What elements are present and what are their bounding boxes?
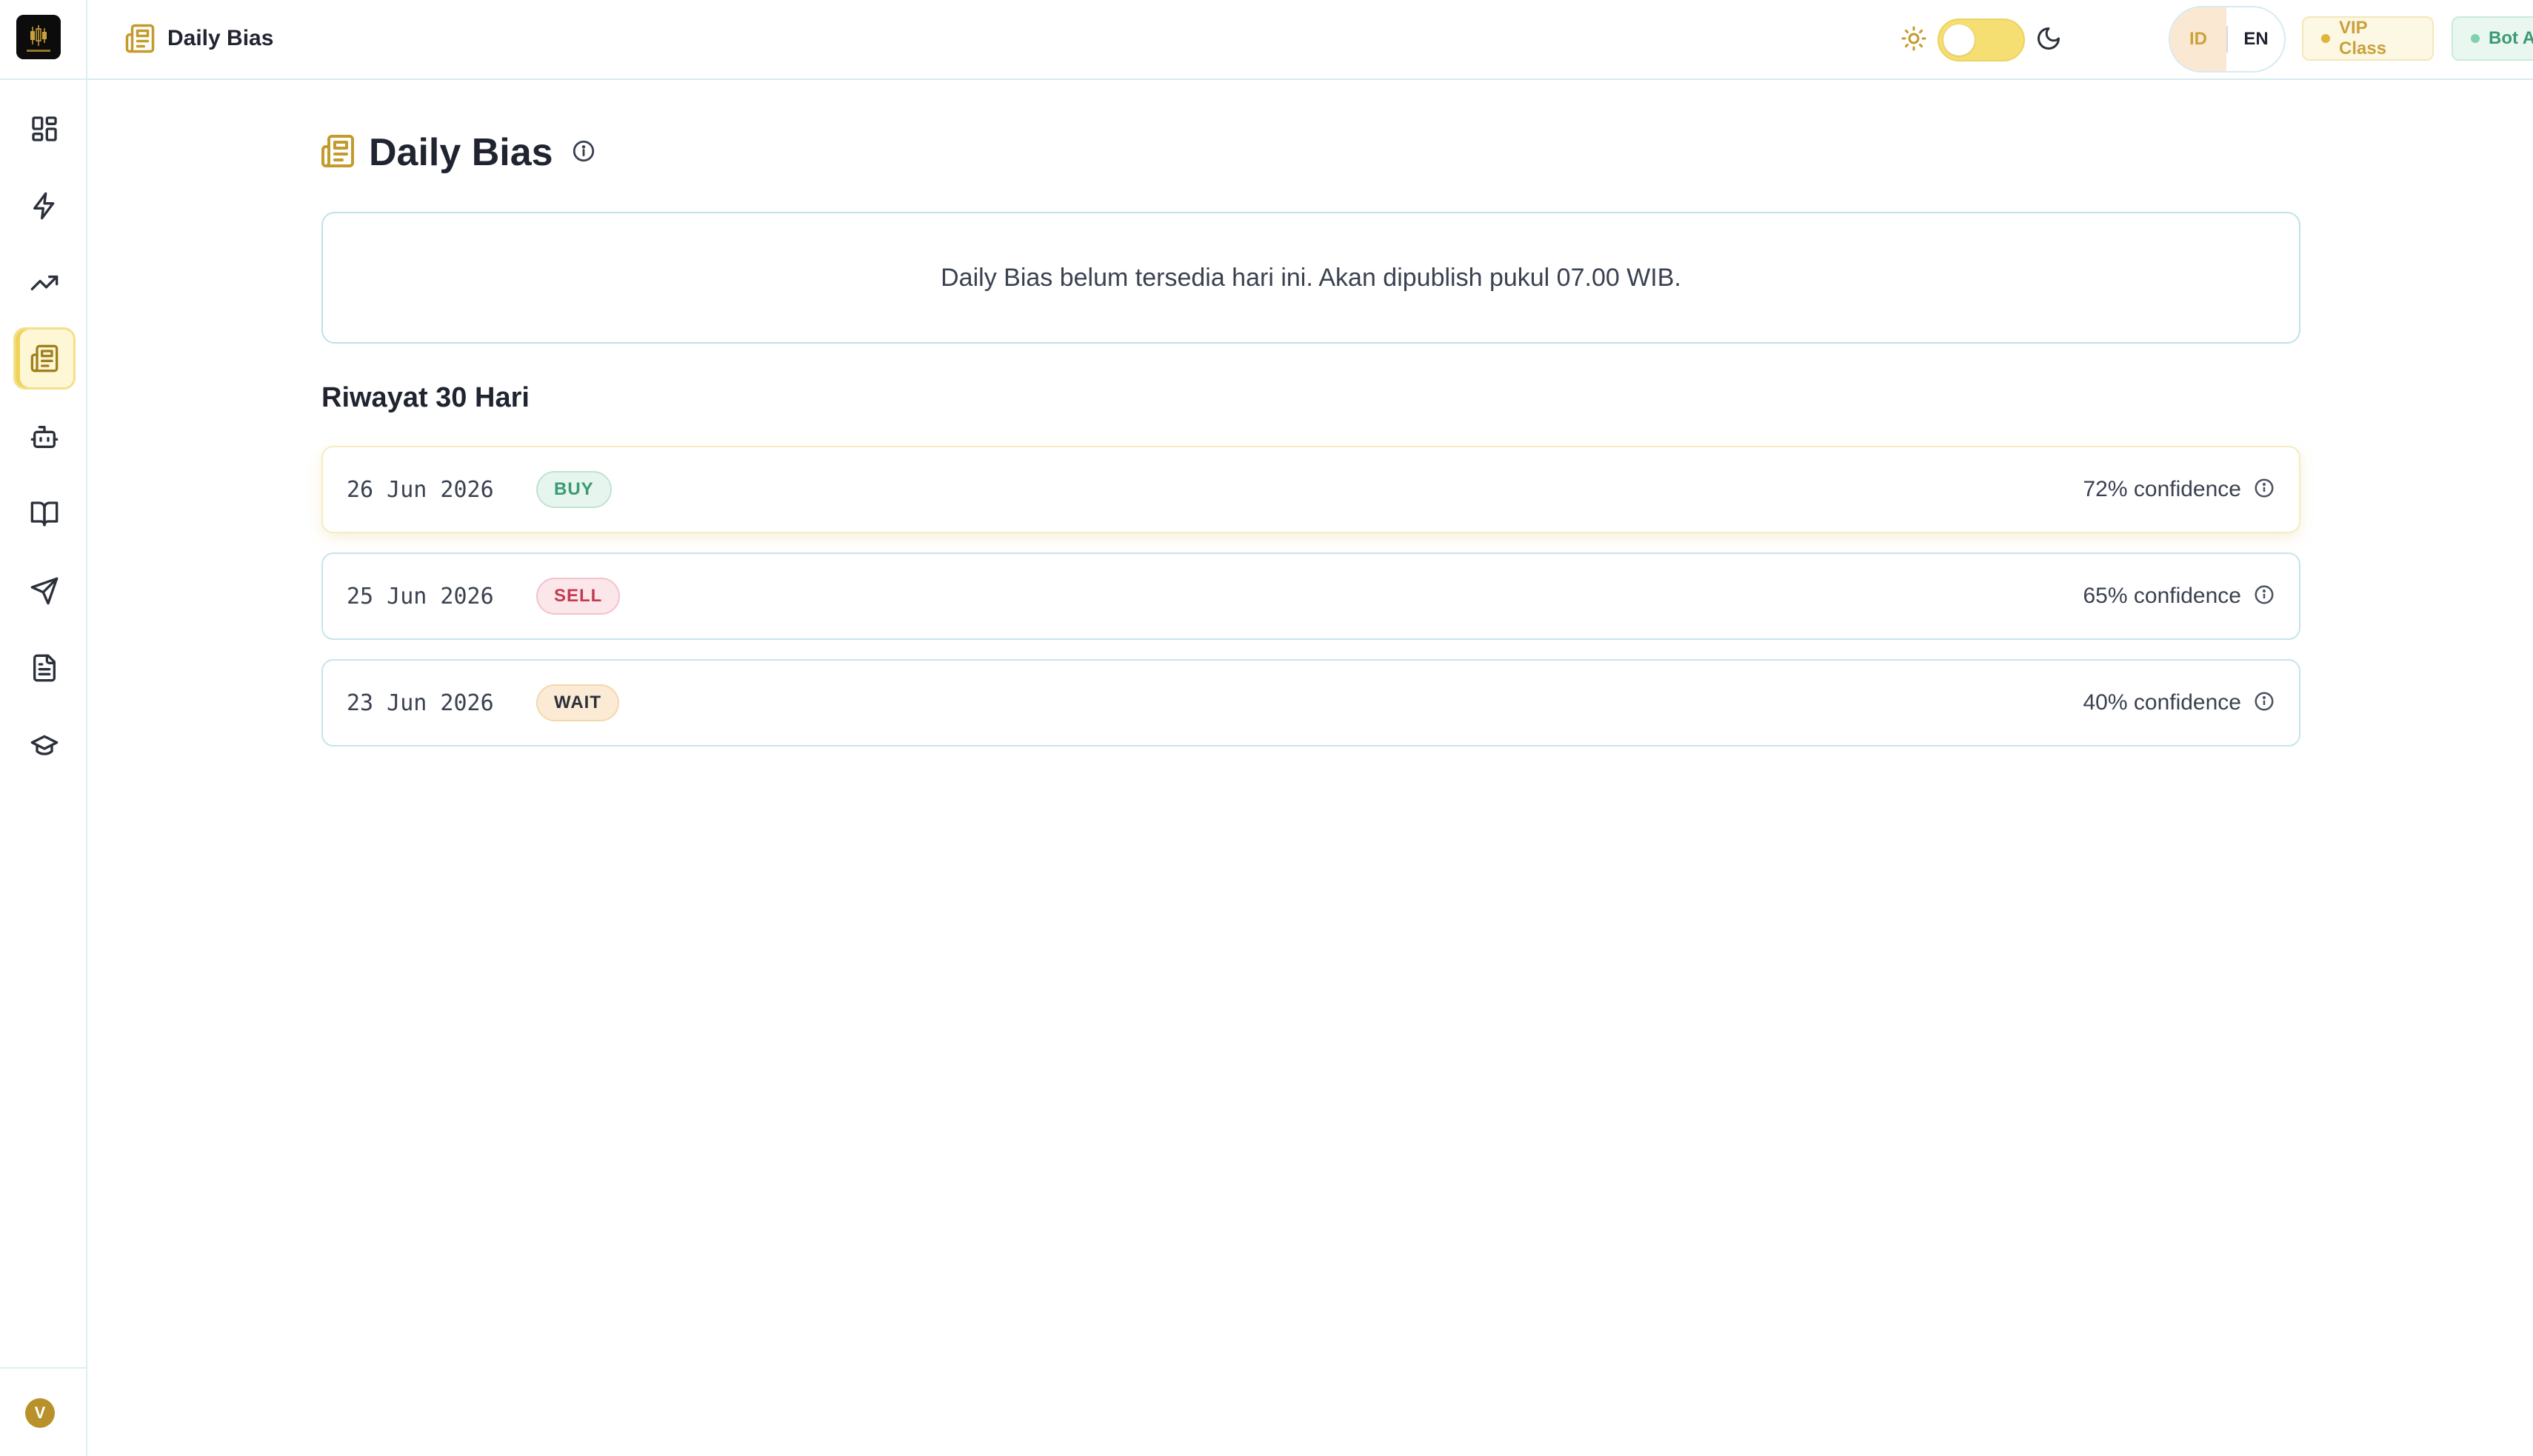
sidebar-item-dashboard[interactable] (13, 98, 76, 160)
theme-toggle[interactable] (1938, 19, 2025, 61)
avatar[interactable]: V (25, 1398, 55, 1428)
signal-badge-sell: SELL (536, 578, 621, 615)
book-open-icon (30, 501, 59, 527)
confidence-value: 65% confidence (2083, 584, 2242, 608)
info-icon[interactable] (571, 138, 596, 167)
sidebar-item-telegram[interactable] (13, 560, 76, 622)
newspaper-icon (125, 24, 155, 53)
notice-text: Daily Bias belum tersedia hari ini. Akan… (941, 263, 1681, 292)
moon-icon (2035, 25, 2062, 56)
history-row[interactable]: 23 Jun 2026 WAIT 40% confidence (321, 659, 2300, 747)
history-row[interactable]: 25 Jun 2026 SELL 65% confidence (321, 552, 2300, 640)
sidebar-item-daily-bias[interactable] (13, 327, 76, 390)
confidence-group: 72% confidence (2083, 477, 2276, 503)
bot-status-label: Bot Aktif (2489, 28, 2533, 48)
confidence-group: 65% confidence (2083, 584, 2276, 610)
info-icon[interactable] (2253, 690, 2275, 716)
newspaper-icon (320, 133, 356, 173)
graduation-cap-icon (30, 735, 59, 755)
signal-badge-buy: BUY (536, 471, 612, 508)
confidence-value: 72% confidence (2083, 477, 2242, 501)
daily-bias-notice: Daily Bias belum tersedia hari ini. Akan… (321, 212, 2300, 344)
trending-up-icon (30, 275, 59, 290)
theme-toggle-group (1900, 16, 2062, 64)
status-dot (2321, 34, 2330, 43)
signal-badge-wait: WAIT (536, 684, 619, 721)
bot-status-badge[interactable]: Bot Aktif (2452, 16, 2533, 61)
sidebar-divider-bottom (0, 1367, 87, 1369)
sidebar-item-academy[interactable] (13, 714, 76, 776)
top-header: Daily Bias ID EN VIP Class Bot A (87, 0, 2533, 80)
history-heading: Riwayat 30 Hari (321, 382, 530, 413)
header-title-group: Daily Bias (124, 22, 273, 55)
app-root: V Daily Bias ID EN VIP Class Bot A Daily… (0, 0, 2533, 1456)
history-date: 23 Jun 2026 (347, 689, 494, 716)
status-dot (2471, 34, 2480, 43)
sidebar: V (0, 0, 87, 1456)
sidebar-item-reports[interactable] (13, 637, 76, 699)
vip-class-label: VIP Class (2339, 18, 2387, 59)
info-icon[interactable] (2253, 584, 2275, 610)
language-option-en[interactable]: EN (2227, 7, 2284, 71)
history-row[interactable]: 26 Jun 2026 BUY 72% confidence (321, 446, 2300, 533)
dashboard-icon (32, 116, 57, 141)
sidebar-item-signals[interactable] (13, 175, 76, 237)
vip-class-badge[interactable]: VIP Class (2302, 16, 2434, 61)
lightning-icon (33, 192, 55, 220)
language-option-id[interactable]: ID (2170, 7, 2227, 71)
newspaper-icon (30, 344, 59, 373)
send-icon (30, 577, 59, 605)
confidence-group: 40% confidence (2083, 690, 2276, 716)
app-logo[interactable] (16, 15, 61, 59)
bot-icon (30, 426, 59, 448)
toggle-knob (1943, 24, 1975, 56)
language-switch: ID EN (2169, 6, 2286, 73)
header-title: Daily Bias (167, 26, 274, 50)
sun-icon (1900, 25, 1927, 56)
sidebar-item-trending[interactable] (13, 252, 76, 314)
confidence-value: 40% confidence (2083, 690, 2242, 715)
history-date: 26 Jun 2026 (347, 476, 494, 503)
info-icon[interactable] (2253, 477, 2275, 503)
page-title-row: Daily Bias (320, 130, 596, 175)
page-title: Daily Bias (369, 131, 553, 174)
sidebar-item-bot[interactable] (13, 406, 76, 468)
history-date: 25 Jun 2026 (347, 583, 494, 610)
file-text-icon (33, 654, 56, 682)
sidebar-item-learn[interactable] (13, 483, 76, 545)
sidebar-divider (0, 79, 87, 80)
